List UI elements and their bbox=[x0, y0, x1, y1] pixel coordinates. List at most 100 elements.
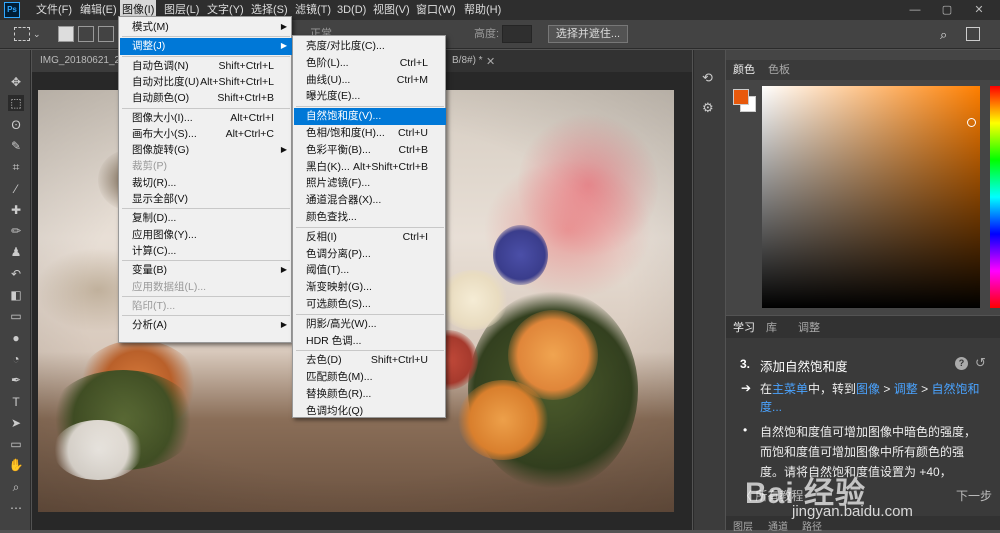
menu-1[interactable]: 编辑(E) bbox=[80, 0, 117, 20]
adjust-menu-item-0[interactable]: 亮度/对比度(C)... bbox=[294, 38, 446, 55]
eyedropper-tool-icon[interactable]: ⁄ bbox=[8, 181, 24, 197]
brush-tool-icon[interactable]: ✏ bbox=[8, 223, 24, 239]
image-menu-item-0[interactable]: 模式(M) ▶ bbox=[120, 19, 292, 35]
add-selection-icon[interactable] bbox=[78, 26, 94, 42]
clone-stamp-tool-icon[interactable]: ♟ bbox=[8, 244, 24, 260]
adjust-menu-item-11[interactable]: 颜色查找... bbox=[294, 209, 446, 226]
document-tab-2[interactable]: B/8#) * bbox=[444, 50, 491, 72]
subtract-selection-icon[interactable] bbox=[98, 26, 114, 42]
adjust-menu-item-15[interactable]: 阈值(T)... bbox=[294, 262, 446, 279]
healing-brush-tool-icon[interactable]: ✚ bbox=[8, 202, 24, 218]
more-tools-icon[interactable]: ⋯ bbox=[8, 500, 24, 516]
image-menu-item-2[interactable]: 调整(J) ▶ bbox=[120, 38, 292, 55]
image-menu-item-17[interactable]: 计算(C)... bbox=[120, 243, 292, 259]
adjust-menu-item-16[interactable]: 渐变映射(G)... bbox=[294, 279, 446, 296]
marquee-tool-icon[interactable] bbox=[14, 27, 30, 41]
hand-tool-icon[interactable]: ✋ bbox=[8, 457, 24, 473]
adjust-menu-item-24[interactable]: 替换颜色(R)... bbox=[294, 386, 446, 403]
move-tool-icon[interactable]: ✥ bbox=[8, 74, 24, 90]
adjust-menu-item-2[interactable]: 曲线(U)... Ctrl+M bbox=[294, 72, 446, 89]
tab-color[interactable]: 颜色 bbox=[733, 60, 755, 80]
adjust-menu-item-22[interactable]: 去色(D) Shift+Ctrl+U bbox=[294, 352, 446, 369]
foreground-color-swatch[interactable] bbox=[733, 89, 749, 105]
blur-tool-icon[interactable]: ● bbox=[8, 330, 24, 346]
tab-adjustments[interactable]: 调整 bbox=[798, 319, 820, 335]
adjust-menu-item-23[interactable]: 匹配颜色(M)... bbox=[294, 369, 446, 386]
workspace-icon[interactable] bbox=[966, 27, 980, 41]
color-picker-handle[interactable] bbox=[967, 118, 976, 127]
rectangle-tool-icon[interactable]: ▭ bbox=[8, 436, 24, 452]
maximize-button[interactable]: ▢ bbox=[932, 0, 962, 20]
menu-7[interactable]: 3D(D) bbox=[337, 0, 366, 20]
tab-learn[interactable]: 学习 bbox=[733, 319, 755, 335]
pen-tool-icon[interactable]: ✒ bbox=[8, 372, 24, 388]
new-selection-icon[interactable] bbox=[58, 26, 74, 42]
type-tool-icon[interactable]: T bbox=[8, 394, 24, 410]
tab-channels[interactable]: 通道 bbox=[768, 518, 788, 533]
close-button[interactable]: ✕ bbox=[964, 0, 994, 20]
adjust-menu-item-10[interactable]: 通道混合器(X)... bbox=[294, 192, 446, 209]
minimize-button[interactable]: — bbox=[900, 0, 930, 20]
menu-0[interactable]: 文件(F) bbox=[36, 0, 72, 20]
adjust-menu-item-5[interactable]: 自然饱和度(V)... bbox=[294, 108, 446, 125]
reset-icon[interactable]: ↺ bbox=[975, 355, 986, 371]
image-menu-item-12[interactable]: 裁切(R)... bbox=[120, 175, 292, 191]
select-and-mask-button[interactable]: 选择并遮住... bbox=[548, 25, 628, 43]
adjust-menu-item-8[interactable]: 黑白(K)... Alt+Shift+Ctrl+B bbox=[294, 159, 446, 176]
image-menu-item-9[interactable]: 画布大小(S)... Alt+Ctrl+C bbox=[120, 126, 292, 142]
image-menu-item-5[interactable]: 自动对比度(U) Alt+Shift+Ctrl+L bbox=[120, 74, 292, 90]
menu-8[interactable]: 视图(V) bbox=[373, 0, 410, 20]
history-panel-icon[interactable]: ⟲ bbox=[702, 70, 713, 86]
next-step-button[interactable]: 下一步 bbox=[956, 487, 992, 504]
marquee-tool-icon[interactable]: ⬚ bbox=[8, 95, 24, 112]
image-menu-item-15[interactable]: 复制(D)... bbox=[120, 210, 292, 226]
image-menu-item-19[interactable]: 变量(B) ▶ bbox=[120, 262, 292, 278]
adjust-menu-item-7[interactable]: 色彩平衡(B)... Ctrl+B bbox=[294, 142, 446, 159]
menu-10[interactable]: 帮助(H) bbox=[464, 0, 501, 20]
image-menu-item-4[interactable]: 自动色调(N) Shift+Ctrl+L bbox=[120, 58, 292, 74]
link-main-menu[interactable]: 主菜单 bbox=[772, 382, 808, 396]
image-menu-item-13[interactable]: 显示全部(V) bbox=[120, 191, 292, 207]
image-menu-item-10[interactable]: 图像旋转(G) ▶ bbox=[120, 142, 292, 158]
properties-panel-icon[interactable]: ⚙ bbox=[702, 100, 714, 116]
tool-preset-dropdown-icon[interactable]: ⌄ bbox=[33, 27, 41, 41]
lasso-tool-icon[interactable]: ʘ bbox=[8, 117, 24, 133]
search-icon[interactable]: ⌕ bbox=[940, 27, 947, 43]
path-select-tool-icon[interactable]: ➤ bbox=[8, 415, 24, 431]
history-brush-tool-icon[interactable]: ↶ bbox=[8, 266, 24, 282]
quick-select-tool-icon[interactable]: ✎ bbox=[8, 138, 24, 154]
adjust-menu-item-1[interactable]: 色阶(L)... Ctrl+L bbox=[294, 55, 446, 72]
tab-libraries[interactable]: 库 bbox=[766, 319, 777, 335]
close-tab-icon[interactable]: ✕ bbox=[486, 55, 495, 68]
color-picker-field[interactable] bbox=[762, 86, 980, 308]
adjust-menu-item-3[interactable]: 曝光度(E)... bbox=[294, 88, 446, 105]
menu-9[interactable]: 窗口(W) bbox=[416, 0, 456, 20]
adjust-menu-item-9[interactable]: 照片滤镜(F)... bbox=[294, 175, 446, 192]
adjust-menu-item-14[interactable]: 色调分离(P)... bbox=[294, 246, 446, 263]
image-menu-item-6[interactable]: 自动颜色(O) Shift+Ctrl+B bbox=[120, 90, 292, 106]
height-input[interactable] bbox=[502, 25, 532, 43]
adjust-menu-item-25[interactable]: 色调均化(Q) bbox=[294, 403, 446, 420]
document-tab[interactable]: IMG_20180621_22 bbox=[32, 50, 122, 72]
tab-swatches[interactable]: 色板 bbox=[768, 60, 790, 80]
link-adjustments[interactable]: 调整 bbox=[894, 382, 918, 396]
image-menu-item-8[interactable]: 图像大小(I)... Alt+Ctrl+I bbox=[120, 110, 292, 126]
help-icon[interactable]: ? bbox=[955, 357, 968, 370]
adjust-menu-item-19[interactable]: 阴影/高光(W)... bbox=[294, 316, 446, 333]
tab-layers[interactable]: 图层 bbox=[733, 518, 753, 533]
crop-tool-icon[interactable]: ⌗ bbox=[8, 159, 24, 175]
hue-slider[interactable] bbox=[990, 86, 1000, 308]
dodge-tool-icon[interactable]: ◔ bbox=[8, 351, 24, 367]
adjust-menu-item-20[interactable]: HDR 色调... bbox=[294, 333, 446, 350]
adjust-menu-item-17[interactable]: 可选颜色(S)... bbox=[294, 296, 446, 313]
image-menu-item-16[interactable]: 应用图像(Y)... bbox=[120, 227, 292, 243]
gradient-tool-icon[interactable]: ▭ bbox=[8, 308, 24, 324]
zoom-tool-icon[interactable]: ⌕ bbox=[8, 479, 24, 495]
menu-6[interactable]: 滤镜(T) bbox=[295, 0, 331, 20]
adjust-menu-item-6[interactable]: 色相/饱和度(H)... Ctrl+U bbox=[294, 125, 446, 142]
adjust-menu-item-13[interactable]: 反相(I) Ctrl+I bbox=[294, 229, 446, 246]
link-image[interactable]: 图像 bbox=[856, 382, 880, 396]
eraser-tool-icon[interactable]: ◧ bbox=[8, 287, 24, 303]
tab-paths[interactable]: 路径 bbox=[802, 518, 822, 533]
image-menu-item-24[interactable]: 分析(A) ▶ bbox=[120, 317, 292, 333]
